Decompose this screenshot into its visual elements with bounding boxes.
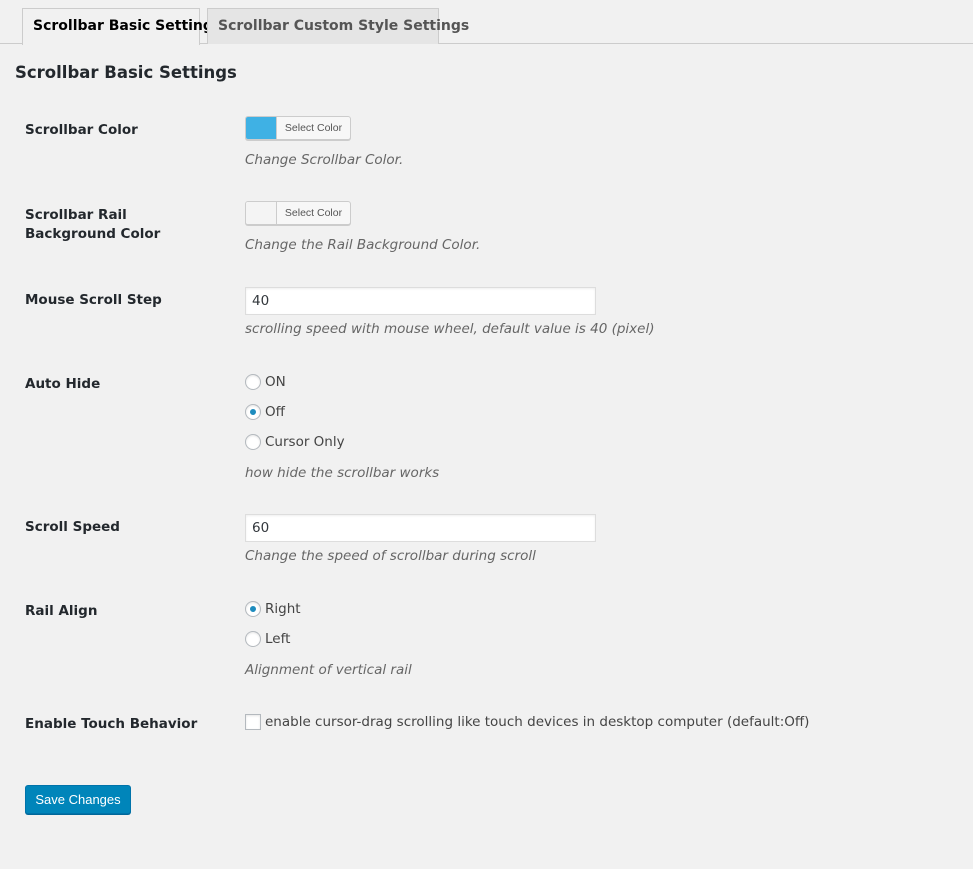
radio-label: Right <box>265 601 301 617</box>
touch-behavior-checkbox-label: enable cursor-drag scrolling like touch … <box>265 714 810 730</box>
rail-align-label: Rail Align <box>25 603 98 619</box>
rail-align-option-left[interactable]: Left <box>245 629 290 649</box>
radio-button[interactable] <box>245 631 261 647</box>
select-color-label: Select Color <box>284 207 343 219</box>
select-color-label: Select Color <box>284 122 343 134</box>
auto-hide-option-on[interactable]: ON <box>245 372 286 392</box>
radio-label: ON <box>265 374 286 390</box>
radio-button[interactable] <box>245 434 261 450</box>
auto-hide-option-cursor-only[interactable]: Cursor Only <box>245 432 345 452</box>
scroll-speed-label: Scroll Speed <box>25 519 120 535</box>
radio-label: Off <box>265 404 285 420</box>
touch-behavior-label: Enable Touch Behavior <box>25 716 198 732</box>
rail-bg-color-label: Scrollbar Rail Background Color <box>25 207 161 242</box>
scroll-speed-description: Change the speed of scrollbar during scr… <box>245 548 536 564</box>
radio-button-selected[interactable] <box>245 404 261 420</box>
scrollbar-color-label: Scrollbar Color <box>25 122 138 138</box>
scrollbar-color-description: Change Scrollbar Color. <box>245 152 404 168</box>
scrollbar-color-picker-button[interactable]: Select Color <box>245 116 351 140</box>
mouse-scroll-step-label: Mouse Scroll Step <box>25 292 162 308</box>
touch-behavior-option[interactable]: enable cursor-drag scrolling like touch … <box>245 712 809 732</box>
scroll-speed-input[interactable] <box>245 514 596 542</box>
rail-bg-color-picker-button[interactable]: Select Color <box>245 201 351 225</box>
radio-button[interactable] <box>245 374 261 390</box>
tab-basic-settings[interactable]: Scrollbar Basic Settings <box>22 8 221 45</box>
scrollbar-color-swatch <box>246 117 277 139</box>
touch-behavior-checkbox[interactable] <box>245 714 261 730</box>
radio-label: Left <box>265 631 291 647</box>
settings-tabs: Scrollbar Basic Settings Scrollbar Custo… <box>0 0 973 45</box>
rail-bg-color-swatch <box>246 202 277 224</box>
rail-align-option-right[interactable]: Right <box>245 599 301 619</box>
auto-hide-description: how hide the scrollbar works <box>245 465 440 481</box>
mouse-scroll-step-input[interactable] <box>245 287 596 315</box>
radio-button-selected[interactable] <box>245 601 261 617</box>
auto-hide-option-off[interactable]: Off <box>245 402 285 422</box>
mouse-scroll-step-description: scrolling speed with mouse wheel, defaul… <box>245 321 655 337</box>
save-changes-button[interactable]: Save Changes <box>25 785 131 814</box>
tab-custom-style-settings[interactable]: Scrollbar Custom Style Settings <box>207 8 469 44</box>
radio-label: Cursor Only <box>265 434 345 450</box>
rail-bg-color-description: Change the Rail Background Color. <box>245 237 481 253</box>
section-title: Scrollbar Basic Settings <box>15 63 237 82</box>
rail-align-description: Alignment of vertical rail <box>245 662 412 678</box>
auto-hide-label: Auto Hide <box>25 376 101 392</box>
